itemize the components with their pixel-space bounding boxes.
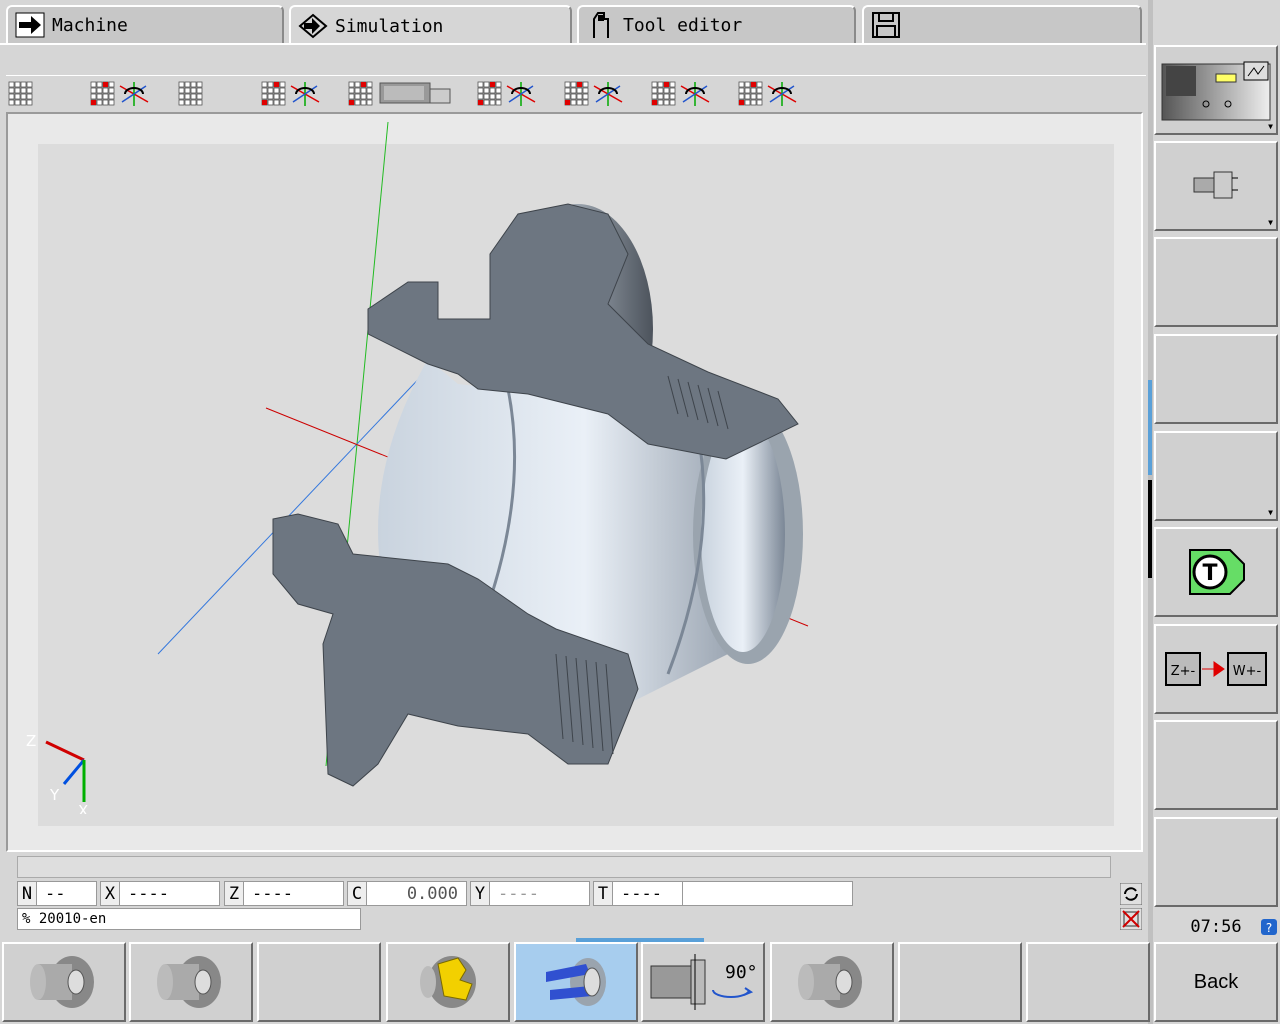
tool-holder-icon xyxy=(585,11,617,39)
field-x-value: ---- xyxy=(120,881,220,906)
z-to-w-icon: Z+- W+- xyxy=(1165,652,1267,686)
back-button[interactable]: Back xyxy=(1154,942,1278,1022)
arrow-right-icon xyxy=(14,11,46,39)
rotate-90-view[interactable]: 90° xyxy=(641,942,765,1022)
cancel-simulation-icon[interactable] xyxy=(1120,908,1142,930)
field-z-value: ---- xyxy=(244,881,344,906)
grid-rotate-icon xyxy=(477,81,536,106)
tab-tool-editor-label: Tool editor xyxy=(623,14,743,36)
empty-bottom-3[interactable] xyxy=(257,942,381,1022)
view-button-5[interactable] xyxy=(348,79,453,107)
z-to-w-softkey[interactable]: Z+- W+- xyxy=(1154,624,1278,714)
view-button-7[interactable] xyxy=(564,79,626,107)
view-button-3[interactable] xyxy=(178,79,240,107)
half-section-blue-icon xyxy=(546,958,606,1006)
tab-simulation-label: Simulation xyxy=(335,15,444,37)
back-button-label: Back xyxy=(1193,970,1239,993)
view-button-2[interactable] xyxy=(90,79,152,107)
workpiece-view-2[interactable] xyxy=(129,942,253,1022)
workpiece-3d-view xyxy=(157,121,809,787)
empty-softkey-3[interactable] xyxy=(1154,237,1278,327)
help-icon[interactable]: ? xyxy=(1261,919,1277,935)
grid-view-icon xyxy=(178,81,203,106)
view-button-8[interactable] xyxy=(651,79,713,107)
field-z: Z ---- xyxy=(224,881,344,906)
rotate-90-icon: 90° xyxy=(650,954,758,1010)
field-t-value: ---- xyxy=(613,881,683,906)
svg-text:90°: 90° xyxy=(725,962,758,983)
grid-rotate-icon xyxy=(651,81,710,106)
empty-softkey-5[interactable]: ▼ xyxy=(1154,431,1278,521)
field-y: Y ---- xyxy=(470,881,590,906)
view-button-6[interactable] xyxy=(477,79,539,107)
field-x: X ---- xyxy=(100,881,220,906)
field-t: T ---- xyxy=(593,881,853,906)
tab-save[interactable] xyxy=(862,5,1142,43)
tab-machine[interactable]: Machine xyxy=(6,5,284,43)
lathe-machine-icon xyxy=(1161,61,1271,121)
section-yellow-icon xyxy=(420,956,476,1008)
full-view[interactable] xyxy=(770,942,894,1022)
field-n: N -- xyxy=(17,881,97,906)
workpiece-icon xyxy=(30,956,94,1008)
triad-y-label: Y xyxy=(49,786,60,804)
view-button-4[interactable] xyxy=(261,79,323,107)
field-y-value: ---- xyxy=(490,881,590,906)
scroll-indicator xyxy=(1148,380,1152,578)
refresh-icon[interactable] xyxy=(1120,883,1142,905)
empty-bottom-9[interactable] xyxy=(1026,942,1150,1022)
svg-text:W+-: W+- xyxy=(1233,664,1262,679)
view-button-1[interactable] xyxy=(8,79,70,107)
empty-bottom-8[interactable] xyxy=(898,942,1022,1022)
tool-list-softkey[interactable]: T xyxy=(1154,527,1278,617)
grid-rotate-icon xyxy=(90,81,149,106)
tab-machine-label: Machine xyxy=(52,14,128,36)
empty-softkey-4[interactable] xyxy=(1154,334,1278,424)
field-t-description xyxy=(683,881,853,906)
field-y-label: Y xyxy=(470,881,490,906)
grid-rotate-icon xyxy=(564,81,623,106)
workpiece-flange-icon xyxy=(798,956,862,1008)
chuck-view-softkey[interactable]: ▼ xyxy=(1154,141,1278,231)
field-c-label: C xyxy=(347,881,367,906)
grid-view-icon xyxy=(8,81,33,106)
axis-triad: Z Y X xyxy=(26,732,88,814)
tab-simulation[interactable]: Simulation xyxy=(289,5,572,45)
program-name: % 20010-en xyxy=(17,908,361,930)
empty-softkey-8[interactable] xyxy=(1154,720,1278,810)
svg-text:Z+-: Z+- xyxy=(1171,664,1196,679)
svg-text:?: ? xyxy=(1266,921,1272,935)
field-x-label: X xyxy=(100,881,120,906)
field-n-label: N xyxy=(17,881,37,906)
view-button-9[interactable] xyxy=(738,79,800,107)
field-t-label: T xyxy=(593,881,613,906)
field-c-value: 0.000 xyxy=(367,881,467,906)
tab-tool-editor[interactable]: Tool editor xyxy=(577,5,856,43)
field-z-label: Z xyxy=(224,881,244,906)
triad-x-label: X xyxy=(78,802,88,814)
workpiece-view-1[interactable] xyxy=(2,942,126,1022)
grid-tool-icon xyxy=(348,81,451,106)
empty-softkey-9[interactable] xyxy=(1154,817,1278,907)
arrow-diamond-icon xyxy=(297,12,329,40)
workpiece-icon xyxy=(157,956,221,1008)
section-view[interactable] xyxy=(386,942,510,1022)
half-section-view[interactable] xyxy=(514,942,638,1022)
field-c: C 0.000 xyxy=(347,881,467,906)
grid-rotate-icon xyxy=(261,81,320,106)
field-n-value: -- xyxy=(37,881,97,906)
svg-text:T: T xyxy=(1202,561,1217,586)
simulation-viewport[interactable]: Z Y X xyxy=(6,112,1143,852)
floppy-disk-icon xyxy=(870,11,902,39)
message-bar xyxy=(17,856,1111,878)
grid-rotate-icon xyxy=(738,81,797,106)
machine-view-softkey[interactable]: ▼ xyxy=(1154,45,1278,135)
tool-t-icon: T xyxy=(1189,549,1245,595)
triad-z-label: Z xyxy=(26,732,36,750)
spindle-chuck-icon xyxy=(1193,171,1238,199)
